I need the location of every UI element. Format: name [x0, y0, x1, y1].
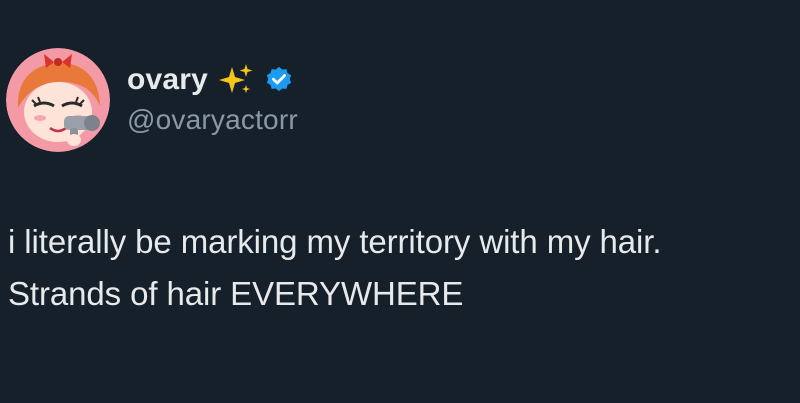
- sparkles-icon: [218, 63, 254, 97]
- author-handle[interactable]: @ovaryactorr: [127, 104, 298, 136]
- display-name[interactable]: ovary: [127, 63, 208, 97]
- author-name-row: ovary: [127, 62, 294, 98]
- avatar[interactable]: [6, 48, 110, 152]
- tweet-card[interactable]: ovary @ovaryactorr i literally be markin…: [0, 0, 800, 403]
- verified-badge-icon[interactable]: [264, 65, 294, 95]
- cartoon-avatar-image: [6, 48, 110, 152]
- tweet-text-line: Strands of hair EVERYWHERE: [8, 275, 464, 312]
- tweet-text: i literally be marking my territory with…: [8, 216, 798, 320]
- tweet-text-line: i literally be marking my territory with…: [8, 223, 662, 260]
